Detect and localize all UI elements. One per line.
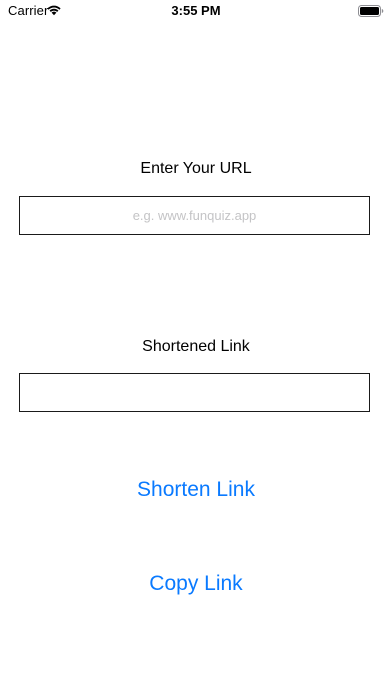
shortened-link-label: Shortened Link (142, 338, 250, 355)
shortened-link-field-container (19, 373, 370, 412)
url-label: Enter Your URL (140, 160, 252, 177)
url-field-container (19, 196, 370, 235)
copy-link-button[interactable]: Copy Link (0, 572, 392, 596)
shorten-link-button[interactable]: Shorten Link (0, 478, 392, 502)
url-input[interactable] (20, 197, 369, 234)
status-bar: Carrier 3:55 PM (0, 0, 392, 22)
battery-icon (358, 5, 384, 17)
status-time: 3:55 PM (171, 3, 221, 18)
shortened-link-input[interactable] (20, 374, 369, 411)
